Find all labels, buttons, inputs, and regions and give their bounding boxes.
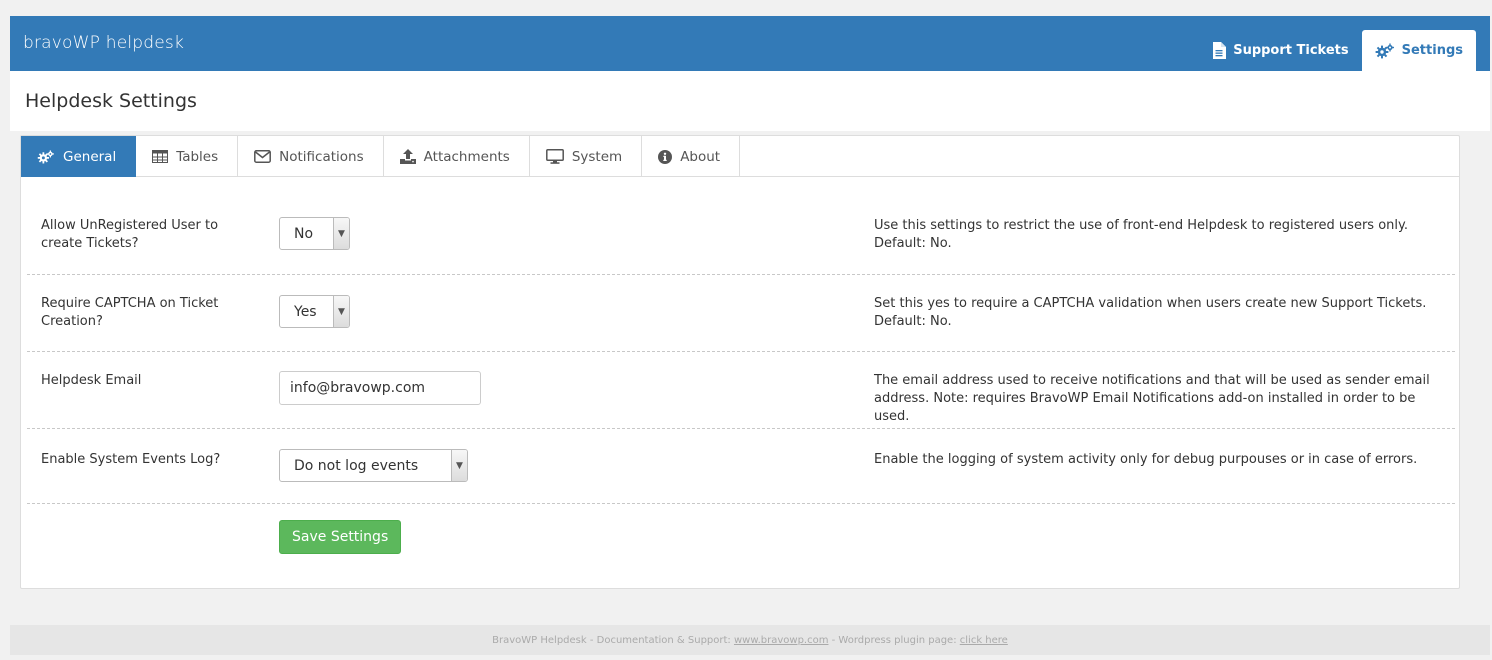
setting-label: Helpdesk Email [41,373,142,388]
settings-form: Allow UnRegistered User to create Ticket… [27,177,1455,504]
tab-tables-label: Tables [176,148,219,165]
tab-tables[interactable]: Tables [136,136,239,177]
footer-text: BravoWP Helpdesk - Documentation & Suppo… [492,634,734,646]
tab-about-label: About [680,148,721,165]
setting-label: Allow UnRegistered User to create Ticket… [41,218,219,251]
setting-description: The email address used to receive notifi… [874,373,1430,424]
chevron-down-icon: ▼ [333,296,349,327]
file-icon [1212,42,1227,59]
setting-label: Require CAPTCHA on Ticket Creation? [41,296,219,329]
events-log-select[interactable]: Do not log events ▼ [279,449,468,482]
info-icon [658,149,673,164]
envelope-icon [254,150,272,163]
tab-system-label: System [571,148,623,165]
save-settings-button[interactable]: Save Settings [279,520,402,554]
footer-docs-link[interactable]: www.bravowp.com [734,635,828,646]
footer-text-2: - Wordpress plugin page: [828,634,960,646]
captcha-select[interactable]: Yes ▼ [279,295,350,328]
table-icon [152,150,169,163]
setting-description: Set this yes to require a CAPTCHA valida… [874,296,1427,329]
tab-notifications-label: Notifications [279,148,364,165]
setting-label: Enable System Events Log? [41,452,221,467]
setting-row-events-log: Enable System Events Log? Do not log eve… [27,429,1455,504]
upload-icon [399,149,416,164]
setting-row-captcha: Require CAPTCHA on Ticket Creation? Yes … [27,275,1455,352]
tab-system[interactable]: System [530,136,643,177]
helpdesk-email-input[interactable] [279,371,481,405]
tab-attachments-label: Attachments [423,148,510,165]
select-value: Do not log events [294,457,419,474]
setting-description: Enable the logging of system activity on… [874,452,1418,467]
setting-row-email: Helpdesk Email The email address used to… [27,352,1455,429]
tab-general-label: General [63,148,117,165]
setting-description: Use this settings to restrict the use of… [874,218,1408,251]
unregistered-select[interactable]: No ▼ [279,217,350,250]
monitor-icon [545,149,564,164]
tab-general[interactable]: General [21,136,137,177]
settings-panel: General Tables Notifications Attachments… [20,135,1460,589]
select-value: No [294,225,314,242]
top-nav: Support Tickets Settings [1199,30,1476,71]
gears-icon [1375,43,1395,59]
settings-tabs: General Tables Notifications Attachments… [21,136,1459,177]
tab-notifications[interactable]: Notifications [238,136,384,177]
top-bar: bravoWP helpdesk Support Tickets Setting… [10,16,1490,71]
chevron-down-icon: ▼ [451,450,467,481]
app-window: bravoWP helpdesk Support Tickets Setting… [10,16,1490,131]
nav-support-tickets-label: Support Tickets [1233,43,1349,58]
brand-logo: bravoWP helpdesk [23,33,185,53]
tab-attachments[interactable]: Attachments [384,136,530,177]
chevron-down-icon: ▼ [333,218,349,249]
gears-icon [37,149,55,164]
tab-about[interactable]: About [642,136,741,177]
nav-settings[interactable]: Settings [1361,30,1476,71]
setting-row-unregistered: Allow UnRegistered User to create Ticket… [27,177,1455,275]
select-value: Yes [294,303,317,320]
footer-plugin-link[interactable]: click here [960,635,1008,646]
page-title: Helpdesk Settings [25,90,197,112]
title-bar: Helpdesk Settings [10,71,1490,131]
nav-settings-label: Settings [1401,43,1463,58]
footer: BravoWP Helpdesk - Documentation & Suppo… [10,625,1490,655]
nav-support-tickets[interactable]: Support Tickets [1199,30,1361,71]
